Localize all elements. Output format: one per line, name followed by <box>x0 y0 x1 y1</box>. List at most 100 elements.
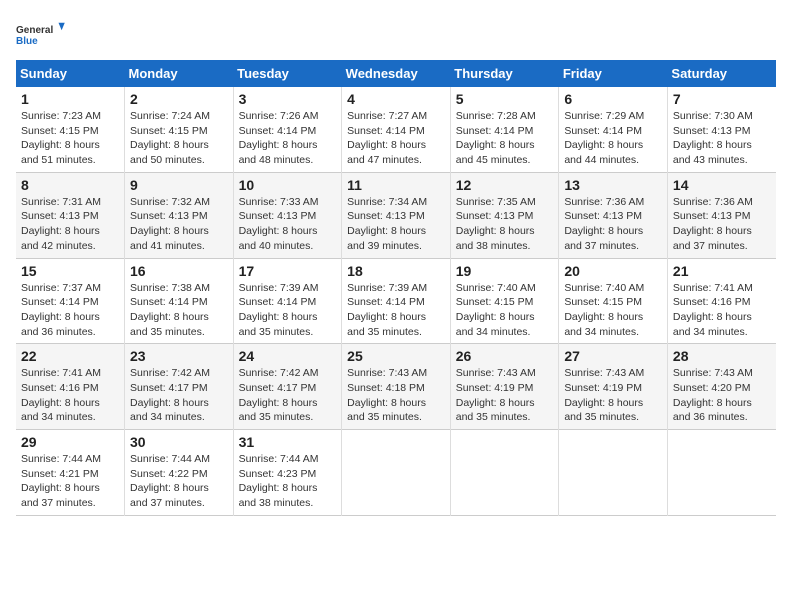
calendar-cell: 7 Sunrise: 7:30 AMSunset: 4:13 PMDayligh… <box>667 87 776 172</box>
header-wednesday: Wednesday <box>342 60 451 87</box>
day-number: 30 <box>130 434 228 450</box>
day-number: 18 <box>347 263 445 279</box>
day-number: 5 <box>456 91 554 107</box>
header-sunday: Sunday <box>16 60 125 87</box>
day-info: Sunrise: 7:40 AMSunset: 4:15 PMDaylight:… <box>564 282 644 338</box>
day-info: Sunrise: 7:32 AMSunset: 4:13 PMDaylight:… <box>130 196 210 252</box>
day-number: 29 <box>21 434 119 450</box>
calendar-cell: 10 Sunrise: 7:33 AMSunset: 4:13 PMDaylig… <box>233 172 342 258</box>
day-number: 4 <box>347 91 445 107</box>
calendar-week-row: 22 Sunrise: 7:41 AMSunset: 4:16 PMDaylig… <box>16 344 776 430</box>
calendar-cell: 1 Sunrise: 7:23 AMSunset: 4:15 PMDayligh… <box>16 87 125 172</box>
header-row: SundayMondayTuesdayWednesdayThursdayFrid… <box>16 60 776 87</box>
day-number: 10 <box>239 177 337 193</box>
calendar-cell: 25 Sunrise: 7:43 AMSunset: 4:18 PMDaylig… <box>342 344 451 430</box>
day-info: Sunrise: 7:42 AMSunset: 4:17 PMDaylight:… <box>130 367 210 423</box>
svg-text:Blue: Blue <box>16 36 38 47</box>
day-info: Sunrise: 7:26 AMSunset: 4:14 PMDaylight:… <box>239 110 319 166</box>
calendar-body: 1 Sunrise: 7:23 AMSunset: 4:15 PMDayligh… <box>16 87 776 515</box>
day-info: Sunrise: 7:39 AMSunset: 4:14 PMDaylight:… <box>347 282 427 338</box>
day-info: Sunrise: 7:23 AMSunset: 4:15 PMDaylight:… <box>21 110 101 166</box>
day-info: Sunrise: 7:30 AMSunset: 4:13 PMDaylight:… <box>673 110 753 166</box>
day-number: 9 <box>130 177 228 193</box>
day-info: Sunrise: 7:44 AMSunset: 4:22 PMDaylight:… <box>130 453 210 509</box>
day-number: 26 <box>456 348 554 364</box>
day-number: 23 <box>130 348 228 364</box>
day-number: 14 <box>673 177 771 193</box>
calendar-cell: 2 Sunrise: 7:24 AMSunset: 4:15 PMDayligh… <box>125 87 234 172</box>
day-number: 7 <box>673 91 771 107</box>
day-number: 17 <box>239 263 337 279</box>
day-number: 2 <box>130 91 228 107</box>
day-info: Sunrise: 7:28 AMSunset: 4:14 PMDaylight:… <box>456 110 536 166</box>
calendar-cell: 26 Sunrise: 7:43 AMSunset: 4:19 PMDaylig… <box>450 344 559 430</box>
calendar-cell: 18 Sunrise: 7:39 AMSunset: 4:14 PMDaylig… <box>342 258 451 344</box>
day-info: Sunrise: 7:31 AMSunset: 4:13 PMDaylight:… <box>21 196 101 252</box>
day-number: 28 <box>673 348 771 364</box>
calendar-cell: 20 Sunrise: 7:40 AMSunset: 4:15 PMDaylig… <box>559 258 668 344</box>
calendar-cell: 31 Sunrise: 7:44 AMSunset: 4:23 PMDaylig… <box>233 430 342 516</box>
day-info: Sunrise: 7:43 AMSunset: 4:18 PMDaylight:… <box>347 367 427 423</box>
day-info: Sunrise: 7:36 AMSunset: 4:13 PMDaylight:… <box>564 196 644 252</box>
calendar-header: SundayMondayTuesdayWednesdayThursdayFrid… <box>16 60 776 87</box>
day-number: 11 <box>347 177 445 193</box>
day-number: 3 <box>239 91 337 107</box>
calendar-cell: 5 Sunrise: 7:28 AMSunset: 4:14 PMDayligh… <box>450 87 559 172</box>
day-info: Sunrise: 7:29 AMSunset: 4:14 PMDaylight:… <box>564 110 644 166</box>
calendar-cell: 19 Sunrise: 7:40 AMSunset: 4:15 PMDaylig… <box>450 258 559 344</box>
day-number: 19 <box>456 263 554 279</box>
day-info: Sunrise: 7:39 AMSunset: 4:14 PMDaylight:… <box>239 282 319 338</box>
day-info: Sunrise: 7:35 AMSunset: 4:13 PMDaylight:… <box>456 196 536 252</box>
calendar-cell <box>667 430 776 516</box>
day-info: Sunrise: 7:38 AMSunset: 4:14 PMDaylight:… <box>130 282 210 338</box>
day-number: 13 <box>564 177 662 193</box>
day-number: 20 <box>564 263 662 279</box>
calendar-cell: 15 Sunrise: 7:37 AMSunset: 4:14 PMDaylig… <box>16 258 125 344</box>
calendar-table: SundayMondayTuesdayWednesdayThursdayFrid… <box>16 60 776 516</box>
day-number: 8 <box>21 177 119 193</box>
day-number: 24 <box>239 348 337 364</box>
calendar-cell: 24 Sunrise: 7:42 AMSunset: 4:17 PMDaylig… <box>233 344 342 430</box>
calendar-cell: 28 Sunrise: 7:43 AMSunset: 4:20 PMDaylig… <box>667 344 776 430</box>
calendar-cell <box>450 430 559 516</box>
header: General Blue <box>16 16 776 52</box>
day-info: Sunrise: 7:36 AMSunset: 4:13 PMDaylight:… <box>673 196 753 252</box>
day-number: 15 <box>21 263 119 279</box>
day-info: Sunrise: 7:34 AMSunset: 4:13 PMDaylight:… <box>347 196 427 252</box>
day-info: Sunrise: 7:43 AMSunset: 4:19 PMDaylight:… <box>564 367 644 423</box>
calendar-cell: 4 Sunrise: 7:27 AMSunset: 4:14 PMDayligh… <box>342 87 451 172</box>
calendar-cell: 21 Sunrise: 7:41 AMSunset: 4:16 PMDaylig… <box>667 258 776 344</box>
day-number: 12 <box>456 177 554 193</box>
calendar-cell: 8 Sunrise: 7:31 AMSunset: 4:13 PMDayligh… <box>16 172 125 258</box>
day-info: Sunrise: 7:37 AMSunset: 4:14 PMDaylight:… <box>21 282 101 338</box>
calendar-cell: 3 Sunrise: 7:26 AMSunset: 4:14 PMDayligh… <box>233 87 342 172</box>
day-number: 16 <box>130 263 228 279</box>
day-info: Sunrise: 7:41 AMSunset: 4:16 PMDaylight:… <box>21 367 101 423</box>
calendar-cell <box>342 430 451 516</box>
day-number: 1 <box>21 91 119 107</box>
day-info: Sunrise: 7:24 AMSunset: 4:15 PMDaylight:… <box>130 110 210 166</box>
calendar-cell: 22 Sunrise: 7:41 AMSunset: 4:16 PMDaylig… <box>16 344 125 430</box>
calendar-cell: 17 Sunrise: 7:39 AMSunset: 4:14 PMDaylig… <box>233 258 342 344</box>
header-friday: Friday <box>559 60 668 87</box>
calendar-cell: 30 Sunrise: 7:44 AMSunset: 4:22 PMDaylig… <box>125 430 234 516</box>
calendar-week-row: 15 Sunrise: 7:37 AMSunset: 4:14 PMDaylig… <box>16 258 776 344</box>
calendar-cell: 14 Sunrise: 7:36 AMSunset: 4:13 PMDaylig… <box>667 172 776 258</box>
day-info: Sunrise: 7:44 AMSunset: 4:21 PMDaylight:… <box>21 453 101 509</box>
header-monday: Monday <box>125 60 234 87</box>
day-info: Sunrise: 7:27 AMSunset: 4:14 PMDaylight:… <box>347 110 427 166</box>
calendar-week-row: 1 Sunrise: 7:23 AMSunset: 4:15 PMDayligh… <box>16 87 776 172</box>
day-number: 27 <box>564 348 662 364</box>
day-info: Sunrise: 7:43 AMSunset: 4:20 PMDaylight:… <box>673 367 753 423</box>
header-thursday: Thursday <box>450 60 559 87</box>
day-number: 31 <box>239 434 337 450</box>
header-tuesday: Tuesday <box>233 60 342 87</box>
calendar-cell: 13 Sunrise: 7:36 AMSunset: 4:13 PMDaylig… <box>559 172 668 258</box>
day-info: Sunrise: 7:43 AMSunset: 4:19 PMDaylight:… <box>456 367 536 423</box>
day-info: Sunrise: 7:41 AMSunset: 4:16 PMDaylight:… <box>673 282 753 338</box>
calendar-cell <box>559 430 668 516</box>
calendar-cell: 12 Sunrise: 7:35 AMSunset: 4:13 PMDaylig… <box>450 172 559 258</box>
calendar-cell: 6 Sunrise: 7:29 AMSunset: 4:14 PMDayligh… <box>559 87 668 172</box>
day-info: Sunrise: 7:40 AMSunset: 4:15 PMDaylight:… <box>456 282 536 338</box>
logo: General Blue <box>16 16 66 52</box>
